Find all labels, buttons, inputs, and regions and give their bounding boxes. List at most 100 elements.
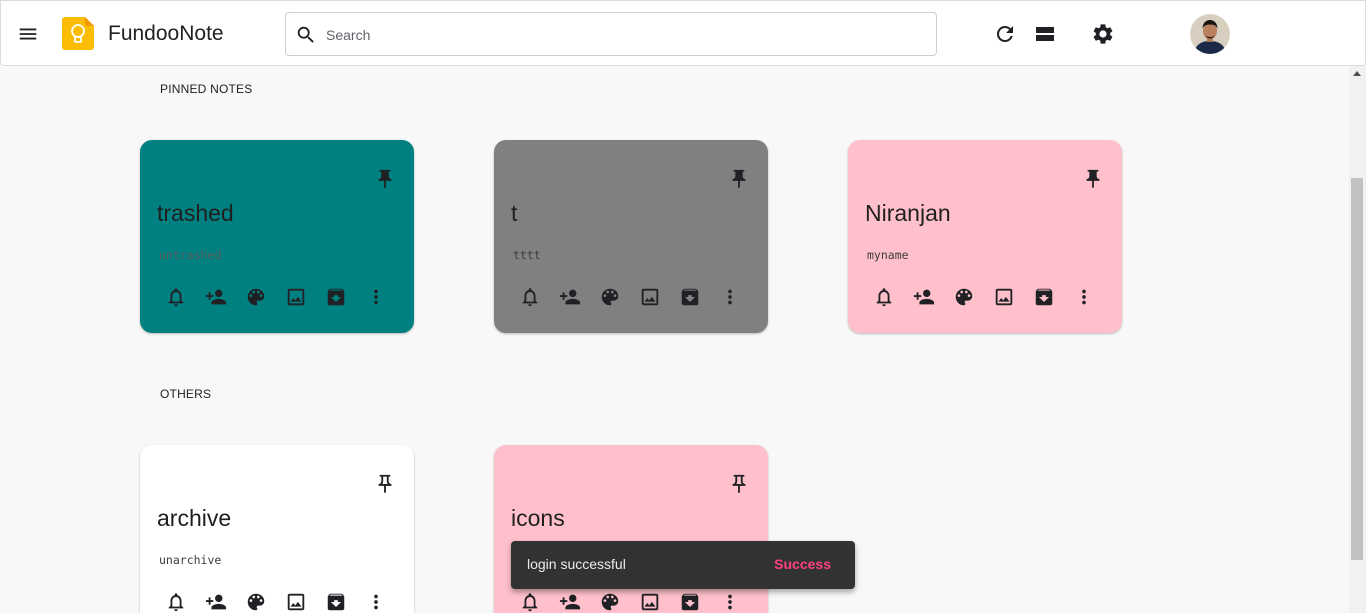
bell-icon xyxy=(522,288,538,307)
image-button[interactable] xyxy=(285,286,325,308)
view-toggle-button[interactable] xyxy=(1032,21,1058,47)
pinned-section-title: PINNED NOTES xyxy=(160,82,253,96)
pin-button[interactable] xyxy=(728,473,750,495)
app-header: FundooNote xyxy=(0,0,1366,66)
add-person-button[interactable] xyxy=(205,591,245,613)
scroll-thumb[interactable] xyxy=(1351,178,1363,560)
hamburger-menu-icon xyxy=(19,28,37,40)
others-section-title: OTHERS xyxy=(160,387,212,401)
archive-icon xyxy=(1035,288,1053,306)
image-icon xyxy=(641,288,659,306)
list-view-icon xyxy=(1036,27,1054,41)
user-avatar[interactable] xyxy=(1190,14,1230,54)
gear-icon xyxy=(1093,24,1113,44)
add-person-icon xyxy=(559,289,581,305)
add-person-button[interactable] xyxy=(205,286,245,308)
pin-icon xyxy=(1086,169,1100,189)
bell-icon xyxy=(168,288,184,307)
note-body: untrashed xyxy=(159,248,222,262)
more-vert-icon xyxy=(728,289,732,305)
palette-button[interactable] xyxy=(953,286,993,308)
more-vert-button[interactable] xyxy=(365,591,405,613)
bell-button[interactable] xyxy=(873,286,913,308)
more-vert-button[interactable] xyxy=(719,286,759,308)
app-title: FundooNote xyxy=(108,22,224,45)
note-toolbar xyxy=(165,591,405,613)
bell-button[interactable] xyxy=(165,591,205,613)
page-scrollbar[interactable] xyxy=(1349,66,1366,613)
search-icon[interactable] xyxy=(295,24,317,46)
image-button[interactable] xyxy=(639,286,679,308)
search-bar[interactable] xyxy=(285,12,937,56)
unpin-button[interactable] xyxy=(1082,168,1104,190)
keep-logo-icon xyxy=(62,17,94,50)
bell-button[interactable] xyxy=(519,286,559,308)
more-vert-button[interactable] xyxy=(1073,286,1113,308)
image-icon xyxy=(287,593,305,611)
more-vert-icon xyxy=(374,289,378,305)
more-vert-icon xyxy=(728,594,732,610)
more-vert-button[interactable] xyxy=(365,286,405,308)
bell-button[interactable] xyxy=(519,591,559,613)
note-title: trashed xyxy=(157,200,234,226)
image-icon xyxy=(287,288,305,306)
archive-button[interactable] xyxy=(325,286,365,308)
bell-button[interactable] xyxy=(165,286,205,308)
palette-icon xyxy=(247,593,265,611)
palette-icon xyxy=(955,288,973,306)
archive-button[interactable] xyxy=(1033,286,1073,308)
image-button[interactable] xyxy=(639,591,679,613)
palette-button[interactable] xyxy=(245,286,285,308)
archive-button[interactable] xyxy=(325,591,365,613)
scroll-up-arrow-icon[interactable] xyxy=(1353,71,1361,76)
search-input[interactable] xyxy=(326,23,916,47)
add-person-button[interactable] xyxy=(559,591,599,613)
unpin-button[interactable] xyxy=(728,168,750,190)
add-person-icon xyxy=(913,289,935,305)
note-body: tttt xyxy=(513,248,541,262)
image-icon xyxy=(995,288,1013,306)
note-card[interactable]: Niranjan myname xyxy=(848,140,1122,333)
palette-icon xyxy=(601,593,619,611)
note-card[interactable]: t tttt xyxy=(494,140,768,333)
pin-icon xyxy=(378,169,392,189)
add-person-icon xyxy=(205,289,227,305)
note-card[interactable]: trashed untrashed xyxy=(140,140,414,333)
archive-button[interactable] xyxy=(679,591,719,613)
palette-button[interactable] xyxy=(245,591,285,613)
palette-icon xyxy=(247,288,265,306)
image-button[interactable] xyxy=(285,591,325,613)
palette-button[interactable] xyxy=(599,591,639,613)
archive-icon xyxy=(327,593,345,611)
note-toolbar xyxy=(165,286,405,308)
bell-icon xyxy=(876,288,892,307)
image-button[interactable] xyxy=(993,286,1033,308)
note-card[interactable]: archive unarchive xyxy=(140,445,414,613)
snackbar-action-button[interactable]: Success xyxy=(774,556,831,572)
unpin-button[interactable] xyxy=(374,168,396,190)
note-title: t xyxy=(511,200,518,226)
refresh-icon xyxy=(996,25,1013,42)
note-title: Niranjan xyxy=(865,200,951,226)
palette-icon xyxy=(601,288,619,306)
bell-icon xyxy=(522,593,538,612)
settings-button[interactable] xyxy=(1090,21,1116,47)
note-title: archive xyxy=(157,505,232,531)
pin-icon xyxy=(378,474,392,494)
note-toolbar xyxy=(519,591,759,613)
add-person-icon xyxy=(559,594,581,610)
refresh-button[interactable] xyxy=(992,21,1018,47)
more-vert-button[interactable] xyxy=(719,591,759,613)
menu-button[interactable] xyxy=(13,19,43,49)
pin-button[interactable] xyxy=(374,473,396,495)
note-toolbar xyxy=(519,286,759,308)
snackbar-message: login successful xyxy=(527,556,626,572)
snackbar: login successful Success xyxy=(511,541,855,589)
add-person-icon xyxy=(205,594,227,610)
add-person-button[interactable] xyxy=(559,286,599,308)
palette-button[interactable] xyxy=(599,286,639,308)
archive-button[interactable] xyxy=(679,286,719,308)
image-icon xyxy=(641,593,659,611)
add-person-button[interactable] xyxy=(913,286,953,308)
pin-icon xyxy=(732,169,746,189)
